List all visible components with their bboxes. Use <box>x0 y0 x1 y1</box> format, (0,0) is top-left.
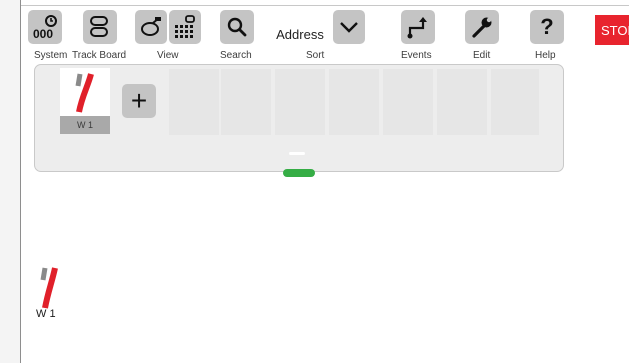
events-icon <box>407 17 427 39</box>
turnout-left-icon <box>75 73 94 113</box>
sort-field[interactable]: Address <box>268 17 332 51</box>
left-sidebar <box>0 0 21 363</box>
stop-button[interactable]: STOP <box>595 15 629 45</box>
add-accessory-button[interactable]: + <box>122 84 156 118</box>
panel-grip-indicator <box>289 152 305 155</box>
help-button[interactable]: ? <box>530 10 564 44</box>
panel-resize-handle[interactable] <box>283 169 315 177</box>
empty-slot <box>491 69 539 135</box>
empty-slot <box>383 69 433 135</box>
events-button[interactable] <box>401 10 435 44</box>
system-label: System <box>34 50 68 61</box>
system-icon: 000 <box>33 15 57 40</box>
search-icon <box>227 17 247 37</box>
sort-label: Sort <box>306 50 325 61</box>
track-board-icon <box>90 16 108 37</box>
keypad-icon <box>175 15 195 38</box>
layout-turnout-label: W 1 <box>36 308 56 320</box>
empty-slot <box>275 69 325 135</box>
view-label: View <box>157 50 179 61</box>
toolbar: 000 System Track Board View Search Addre… <box>24 10 629 62</box>
track-board-label: Track Board <box>72 50 127 61</box>
track-loop-icon <box>141 17 161 36</box>
empty-slot <box>437 69 487 135</box>
accessory-panel <box>34 64 564 172</box>
turnout-card[interactable]: W 1 <box>60 68 110 134</box>
plus-icon: + <box>130 85 148 116</box>
view-keypad-button[interactable] <box>169 10 201 44</box>
events-label: Events <box>401 50 432 61</box>
turnout-card-label: W 1 <box>60 116 110 134</box>
empty-slot <box>329 69 379 135</box>
edit-label: Edit <box>473 50 491 61</box>
chevron-down-icon <box>340 22 358 33</box>
empty-slot <box>221 69 271 135</box>
search-label: Search <box>220 50 252 61</box>
edit-button[interactable] <box>465 10 499 44</box>
help-icon: ? <box>540 14 554 39</box>
top-divider <box>21 5 629 6</box>
search-button[interactable] <box>220 10 254 44</box>
svg-text:000: 000 <box>33 27 53 40</box>
sort-dropdown-button[interactable] <box>333 10 365 44</box>
view-track-button[interactable] <box>135 10 167 44</box>
system-button[interactable]: 000 <box>28 10 62 44</box>
empty-slot <box>169 69 219 135</box>
help-label: Help <box>535 50 556 61</box>
track-board-button[interactable] <box>83 10 117 44</box>
wrench-icon <box>472 17 492 38</box>
